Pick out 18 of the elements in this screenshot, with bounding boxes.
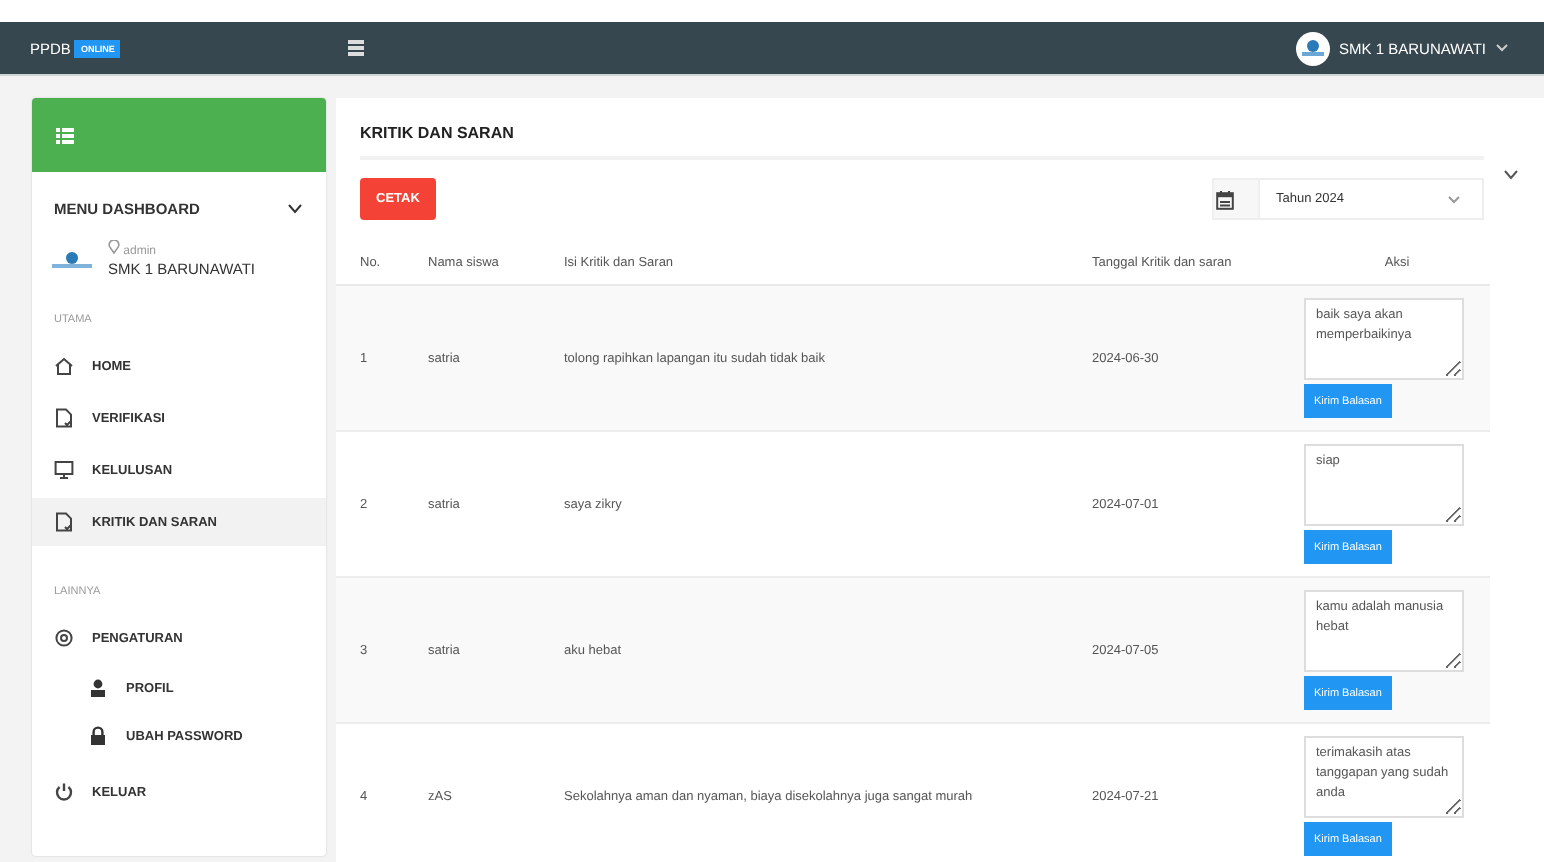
- person-icon: [88, 678, 108, 698]
- school-logo-icon: [1295, 31, 1330, 65]
- power-icon: [54, 782, 74, 802]
- calendar-icon: [1216, 189, 1234, 209]
- lock-icon: [88, 726, 108, 746]
- monitor-icon: [54, 460, 74, 480]
- file-icon: [54, 408, 74, 428]
- menu-icon[interactable]: [348, 40, 364, 56]
- file-icon: [54, 512, 74, 532]
- page-title: KRITIK DAN SARAN: [360, 122, 516, 146]
- list-icon[interactable]: [56, 127, 74, 143]
- chevron-down-icon: [1448, 195, 1460, 203]
- home-icon: [54, 356, 74, 376]
- chevron-down-icon[interactable]: [288, 204, 302, 214]
- chevron-down-icon[interactable]: [1504, 170, 1518, 180]
- location-pin-icon: [108, 240, 120, 254]
- gear-icon: [54, 628, 74, 648]
- school-logo-icon: [52, 249, 92, 269]
